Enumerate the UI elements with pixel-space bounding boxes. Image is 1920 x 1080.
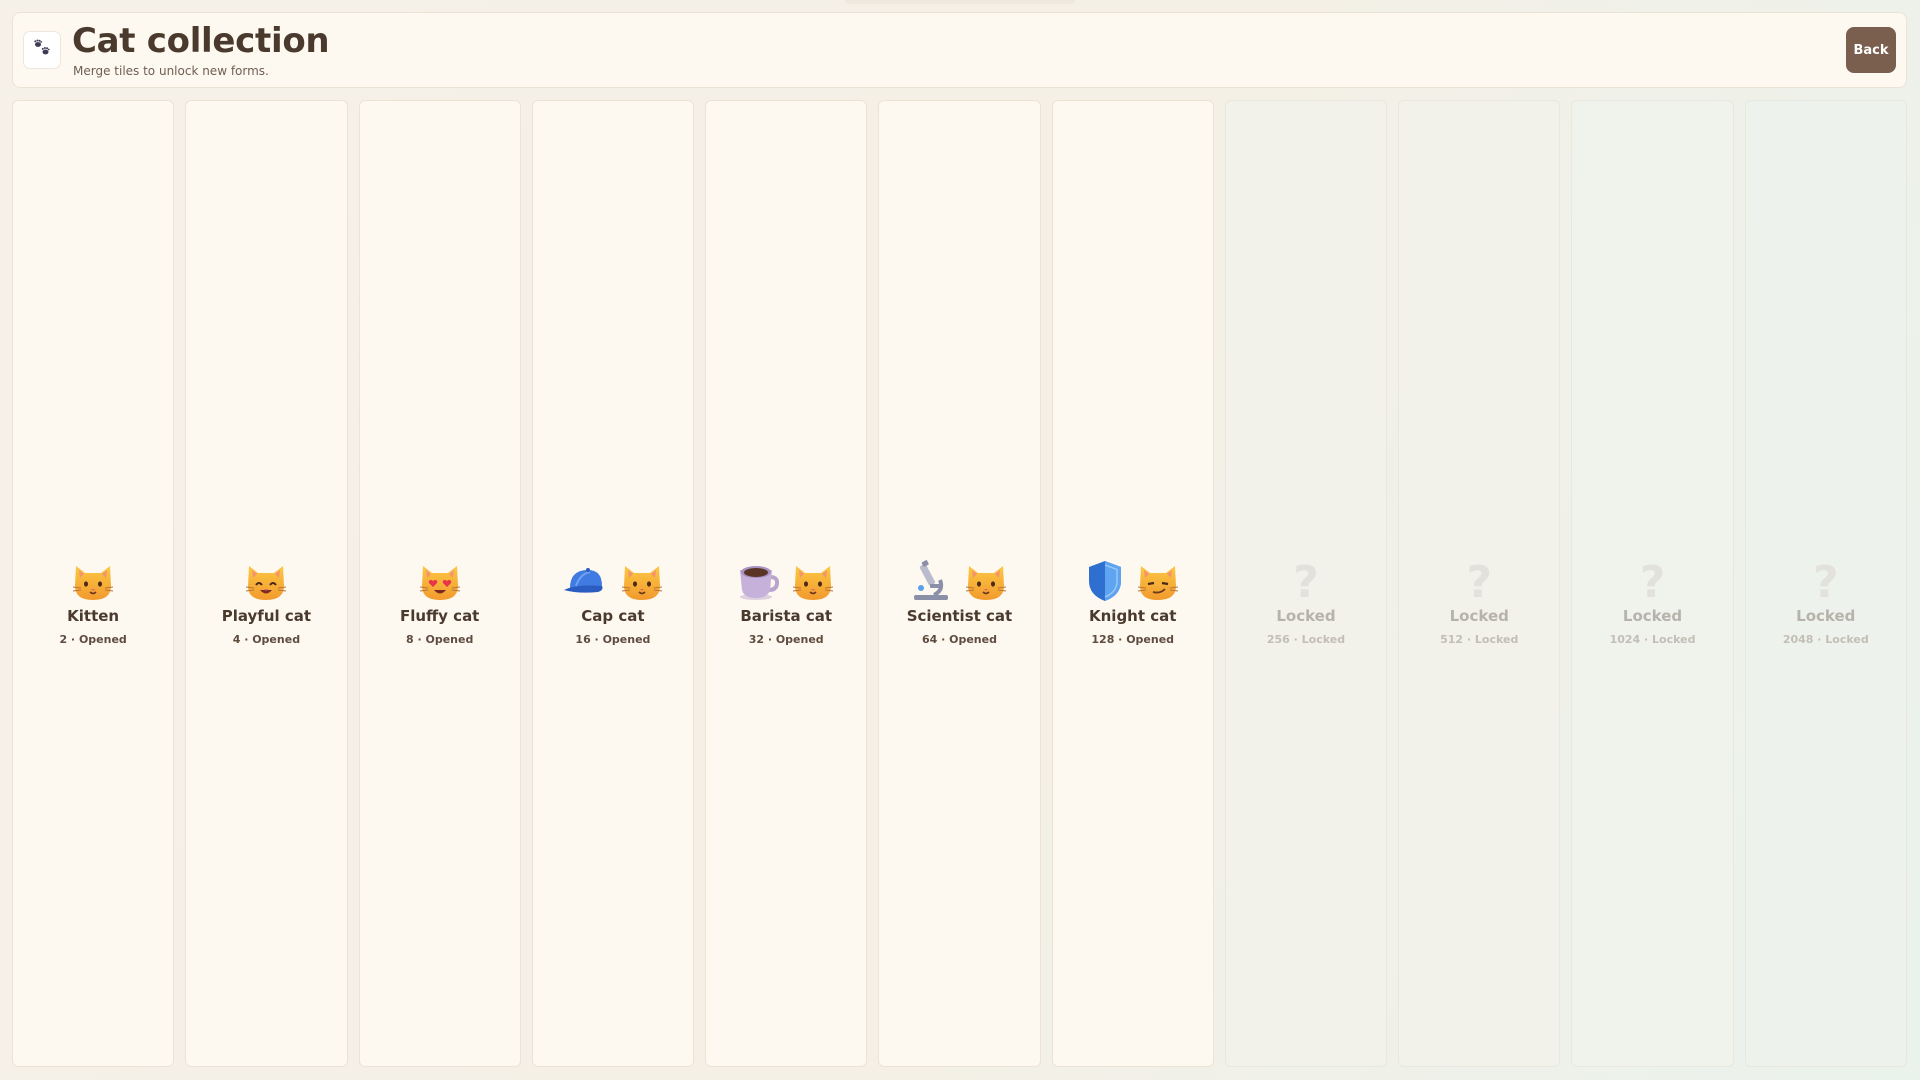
card-status: 128 · Opened [1091, 633, 1175, 646]
card-icons [1086, 561, 1180, 605]
card-status: 256 · Locked [1266, 633, 1346, 646]
collection-card-locked-1024[interactable]: ? Locked 1024 · Locked [1571, 100, 1734, 1067]
card-icons: ? [1640, 561, 1666, 605]
card-name: Playful cat [221, 607, 312, 625]
card-status: 2048 · Locked [1782, 633, 1869, 646]
question-mark-icon: ? [1466, 557, 1493, 608]
card-status: 16 · Opened [575, 633, 651, 646]
card-name: Locked [1796, 607, 1856, 625]
grinning-cat-icon [244, 560, 288, 606]
card-icons [244, 561, 288, 605]
smirking-cat-icon [1136, 560, 1180, 606]
paw-prints-icon [31, 37, 53, 63]
heart-eyes-cat-icon [418, 560, 462, 606]
logo [23, 31, 61, 69]
question-mark-icon: ? [1813, 557, 1839, 608]
card-icons: ? [1293, 561, 1319, 605]
card-status: 1024 · Locked [1609, 633, 1696, 646]
card-status: 4 · Opened [232, 633, 301, 646]
top-decoration [845, 0, 1075, 4]
cat-face-icon [620, 560, 664, 606]
card-name: Fluffy cat [399, 607, 480, 625]
collection-card-locked-2048[interactable]: ? Locked 2048 · Locked [1744, 100, 1907, 1067]
card-icons [737, 561, 835, 605]
page-subtitle: Merge tiles to unlock new forms. [73, 64, 269, 78]
card-status: 64 · Opened [921, 633, 997, 646]
collection-grid: Kitten 2 · Opened Playful cat 4 · Opened [12, 100, 1907, 1067]
card-name: Locked [1276, 607, 1336, 625]
card-name: Scientist cat [906, 607, 1013, 625]
shield-icon [1086, 559, 1124, 607]
card-icons: ? [1466, 561, 1492, 605]
card-name: Barista cat [740, 607, 833, 625]
collection-card-cap-cat[interactable]: Cap cat 16 · Opened [531, 100, 695, 1067]
card-name: Locked [1449, 607, 1509, 625]
page-title: Cat collection [72, 21, 330, 61]
card-icons [418, 561, 462, 605]
collection-card-locked-512[interactable]: ? Locked 512 · Locked [1398, 100, 1561, 1067]
page-header: Cat collection Merge tiles to unlock new… [12, 12, 1907, 88]
collection-card-locked-256[interactable]: ? Locked 256 · Locked [1224, 100, 1388, 1067]
coffee-cup-icon [737, 560, 780, 606]
card-status: 8 · Opened [405, 633, 474, 646]
collection-card-playful-cat[interactable]: Playful cat 4 · Opened [185, 100, 348, 1067]
cat-face-icon [964, 560, 1008, 606]
card-name: Cap cat [581, 607, 645, 625]
card-icons [71, 561, 115, 605]
card-name: Locked [1622, 607, 1683, 625]
card-name: Knight cat [1089, 607, 1177, 625]
back-button[interactable]: Back [1846, 27, 1896, 73]
card-icons [910, 560, 1008, 606]
collection-card-fluffy-cat[interactable]: Fluffy cat 8 · Opened [358, 100, 521, 1067]
card-name: Kitten [67, 607, 120, 625]
card-status: 512 · Locked [1440, 633, 1519, 646]
card-icons [562, 561, 664, 605]
collection-card-kitten[interactable]: Kitten 2 · Opened [12, 100, 175, 1067]
question-mark-icon: ? [1639, 557, 1666, 608]
collection-card-knight-cat[interactable]: Knight cat 128 · Opened [1051, 100, 1214, 1067]
card-status: 32 · Opened [748, 633, 824, 646]
microscope-icon [910, 560, 952, 606]
card-icons: ? [1813, 561, 1839, 605]
collection-card-barista-cat[interactable]: Barista cat 32 · Opened [705, 100, 868, 1067]
cat-face-icon [71, 560, 115, 606]
card-status: 2 · Opened [59, 633, 127, 646]
question-mark-icon: ? [1293, 557, 1319, 608]
collection-card-scientist-cat[interactable]: Scientist cat 64 · Opened [878, 100, 1041, 1067]
blue-cap-icon [562, 564, 608, 602]
cat-face-icon [791, 560, 835, 606]
